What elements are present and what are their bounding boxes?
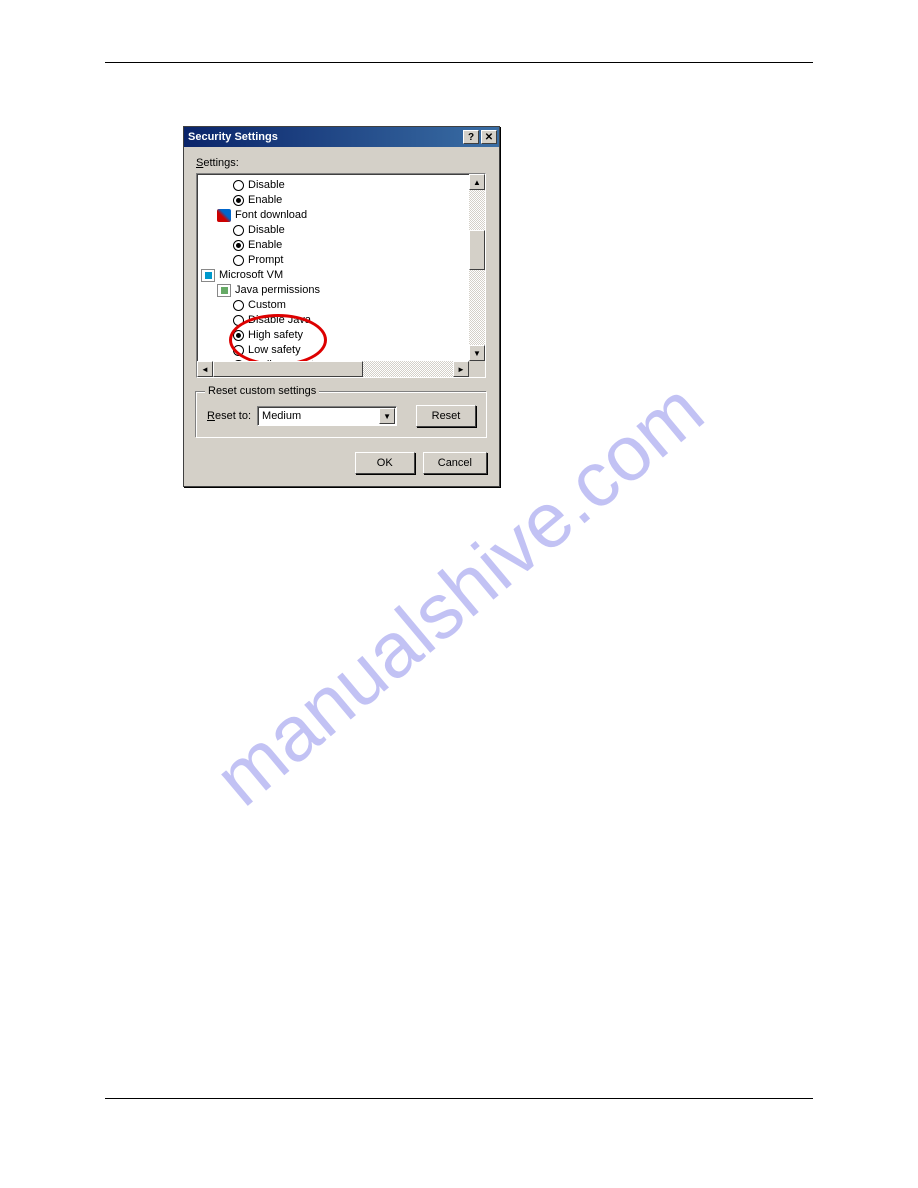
radio-low-safety[interactable]: Low safety bbox=[201, 343, 471, 358]
reset-legend: Reset custom settings bbox=[205, 385, 319, 397]
close-button[interactable]: ✕ bbox=[481, 130, 497, 144]
node-microsoft-vm: Microsoft VM bbox=[201, 268, 471, 283]
page-bottom-rule bbox=[105, 1098, 813, 1099]
node-java-permissions: Java permissions bbox=[201, 283, 471, 298]
reset-fieldset: Reset custom settings Reset to: Medium ▼… bbox=[196, 392, 487, 438]
radio-disable-2[interactable]: Disable bbox=[201, 223, 471, 238]
scroll-right-button[interactable]: ► bbox=[453, 361, 469, 377]
font-download-icon bbox=[217, 209, 231, 222]
settings-label: Settings: bbox=[196, 157, 487, 169]
ok-button[interactable]: OK bbox=[355, 452, 415, 474]
scroll-corner bbox=[469, 361, 485, 377]
tree-content: Disable Enable Font download Disable Ena… bbox=[201, 178, 471, 378]
dialog-titlebar: Security Settings ? ✕ bbox=[184, 127, 499, 147]
radio-prompt[interactable]: Prompt bbox=[201, 253, 471, 268]
radio-enable-1[interactable]: Enable bbox=[201, 193, 471, 208]
dialog-title: Security Settings bbox=[188, 131, 461, 143]
reset-button[interactable]: Reset bbox=[416, 405, 476, 427]
reset-to-value: Medium bbox=[262, 410, 301, 422]
combo-dropdown-icon[interactable]: ▼ bbox=[379, 408, 395, 424]
dialog-button-row: OK Cancel bbox=[196, 452, 487, 474]
microsoft-vm-icon bbox=[201, 269, 215, 282]
radio-enable-2[interactable]: Enable bbox=[201, 238, 471, 253]
help-button[interactable]: ? bbox=[463, 130, 479, 144]
scroll-thumb-h[interactable] bbox=[213, 361, 363, 377]
reset-row: Reset to: Medium ▼ Reset bbox=[207, 405, 476, 427]
horizontal-scrollbar[interactable]: ◄ ► bbox=[197, 361, 469, 377]
scroll-left-button[interactable]: ◄ bbox=[197, 361, 213, 377]
radio-high-safety[interactable]: High safety bbox=[201, 328, 471, 343]
scroll-down-button[interactable]: ▼ bbox=[469, 345, 485, 361]
radio-custom[interactable]: Custom bbox=[201, 298, 471, 313]
page-top-rule bbox=[105, 62, 813, 63]
reset-to-combo[interactable]: Medium ▼ bbox=[257, 406, 397, 426]
scroll-thumb-v[interactable] bbox=[469, 230, 485, 270]
settings-tree: Disable Enable Font download Disable Ena… bbox=[196, 173, 486, 378]
scroll-up-button[interactable]: ▲ bbox=[469, 174, 485, 190]
reset-to-label: Reset to: bbox=[207, 410, 251, 422]
vertical-scrollbar[interactable]: ▲ ▼ bbox=[469, 174, 485, 361]
java-permissions-icon bbox=[217, 284, 231, 297]
radio-disable-java[interactable]: Disable Java bbox=[201, 313, 471, 328]
cancel-button[interactable]: Cancel bbox=[423, 452, 487, 474]
radio-disable-1[interactable]: Disable bbox=[201, 178, 471, 193]
node-font-download: Font download bbox=[201, 208, 471, 223]
security-settings-dialog: Security Settings ? ✕ Settings: Disable … bbox=[183, 126, 500, 487]
dialog-body: Settings: Disable Enable Font download D… bbox=[184, 147, 499, 486]
